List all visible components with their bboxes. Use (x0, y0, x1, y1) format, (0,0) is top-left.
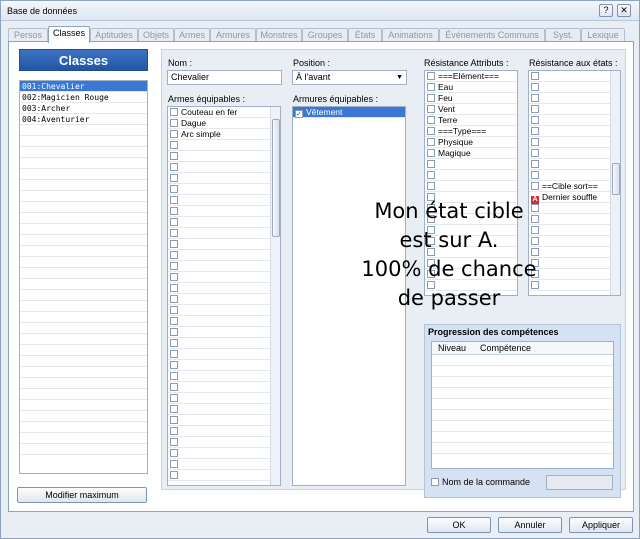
attribute-item[interactable]: Magique (425, 148, 517, 159)
tab-groupes[interactable]: Groupes (302, 28, 348, 42)
command-name-label: Nom de la commande (442, 477, 531, 487)
help-icon[interactable]: ? (599, 4, 613, 17)
weapon-item[interactable]: Arc simple (168, 129, 280, 140)
class-list-item[interactable]: 003:Archer (20, 103, 147, 114)
attribute-item[interactable]: Feu (425, 93, 517, 104)
tab-classes[interactable]: Classes (48, 26, 90, 43)
window-title: Base de données (7, 6, 78, 16)
weapons-list[interactable]: Couteau en fer Dague Arc simple (167, 106, 281, 486)
checkbox[interactable] (170, 119, 178, 127)
cancel-button[interactable]: Annuler (498, 517, 562, 533)
name-input[interactable]: Chevalier (167, 70, 282, 85)
class-list-item[interactable]: 004:Aventurier (20, 114, 147, 125)
class-list-item[interactable]: 001:Chevalier (20, 81, 147, 92)
tab-bar: Persos Classes Aptitudes Objets Armes Ar… (8, 26, 634, 43)
state-item[interactable]: ==Cible sort== (529, 181, 620, 192)
tab-lexique[interactable]: Lexique (581, 28, 625, 42)
tab-aptitudes[interactable]: Aptitudes (90, 28, 138, 42)
name-label: Nom : (168, 58, 193, 68)
database-window: Base de données ? ✕ Persos Classes Aptit… (0, 0, 640, 539)
class-list-item[interactable]: 002:Magicien Rouge (20, 92, 147, 103)
apply-button[interactable]: Appliquer (569, 517, 633, 533)
skills-group-title: Progression des compétences (428, 327, 559, 337)
checkbox[interactable] (170, 108, 178, 116)
overlay-line: est sur A. (399, 228, 499, 252)
checkbox[interactable] (170, 130, 178, 138)
states-label: Résistance aux états : (529, 58, 618, 68)
tab-persos[interactable]: Persos (8, 28, 48, 42)
scroll-thumb[interactable] (612, 163, 620, 195)
tab-armes[interactable]: Armes (174, 28, 210, 42)
tab-etats[interactable]: États (348, 28, 382, 42)
weapons-scrollbar[interactable] (270, 107, 280, 485)
overlay-caption: Mon état cible est sur A. 100% de chance… (337, 197, 561, 313)
skills-table[interactable]: Niveau Compétence (431, 341, 614, 469)
tab-objets[interactable]: Objets (138, 28, 174, 42)
position-label: Position : (293, 58, 331, 68)
armor-item[interactable]: ✓ Vêtement (293, 107, 405, 118)
attributes-label: Résistance Attributs : (424, 58, 509, 68)
command-name-input[interactable] (546, 475, 613, 490)
tab-armures[interactable]: Armures (210, 28, 256, 42)
scroll-thumb[interactable] (272, 119, 280, 237)
position-value: À l'avant (296, 72, 331, 82)
classes-header: Classes (19, 49, 148, 71)
weapon-item[interactable]: Couteau en fer (168, 107, 280, 118)
states-scrollbar[interactable] (610, 71, 620, 295)
skills-progression-group: Progression des compétences Niveau Compé… (424, 324, 621, 498)
weapon-item[interactable]: Dague (168, 118, 280, 129)
tab-evenements-communs[interactable]: Événements Communs (439, 28, 545, 42)
weapons-label: Armes équipables : (168, 94, 246, 104)
position-select[interactable]: À l'avant ▼ (292, 70, 407, 85)
overlay-line: 100% de chance (361, 257, 537, 281)
command-name-option[interactable]: Nom de la commande (431, 477, 530, 487)
class-list[interactable]: 001:Chevalier 002:Magicien Rouge 003:Arc… (19, 80, 148, 474)
armors-label: Armures équipables : (293, 94, 379, 104)
attribute-item[interactable]: Physique (425, 137, 517, 148)
close-icon[interactable]: ✕ (617, 4, 631, 17)
attribute-item[interactable]: ===Type=== (425, 126, 517, 137)
attribute-item[interactable]: Terre (425, 115, 517, 126)
ok-button[interactable]: OK (427, 517, 491, 533)
tab-animations[interactable]: Animations (382, 28, 439, 42)
column-header-level[interactable]: Niveau (438, 343, 466, 353)
tab-monstres[interactable]: Monstres (256, 28, 302, 42)
tab-syst[interactable]: Syst. (545, 28, 581, 42)
overlay-line: de passer (397, 286, 501, 310)
chevron-down-icon: ▼ (396, 74, 403, 81)
modify-maximum-button[interactable]: Modifier maximum (17, 487, 147, 503)
title-bar: Base de données ? ✕ (1, 1, 639, 21)
checkbox[interactable] (431, 478, 439, 486)
overlay-line: Mon état cible (374, 199, 524, 223)
attribute-item[interactable]: ===Elément=== (425, 71, 517, 82)
column-header-skill[interactable]: Compétence (480, 343, 531, 353)
checkbox-checked[interactable]: ✓ (295, 110, 303, 118)
attribute-item[interactable]: Eau (425, 82, 517, 93)
attribute-item[interactable]: Vent (425, 104, 517, 115)
